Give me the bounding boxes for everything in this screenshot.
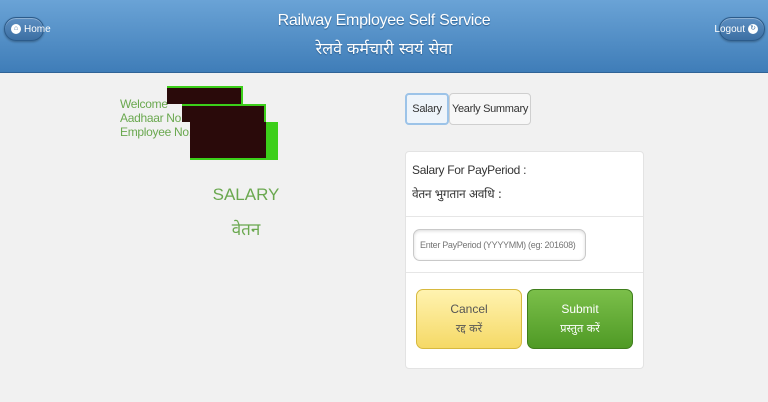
submit-label: Submit [561,302,599,316]
logout-icon: ↻ [748,24,758,34]
divider [406,272,643,273]
section-title: SALARY [212,185,280,204]
aadhaar-label: Aadhaar No. [120,111,185,125]
tab-salary[interactable]: Salary [405,93,449,125]
pay-period-label: Salary For PayPeriod : [412,163,527,177]
app-title-hindi: रेलवे कर्मचारी स्वयं सेवा [315,39,453,58]
employee-label: Employee No. [120,125,192,139]
divider [406,216,643,217]
redaction-mark [182,106,264,122]
tab-yearly-summary[interactable]: Yearly Summary [449,93,531,125]
cancel-label: Cancel [450,302,488,316]
submit-label-hindi: प्रस्तुत करें [560,322,600,335]
app-title: Railway Employee Self Service [277,12,491,29]
cancel-label-hindi: रद्द करें [455,322,483,335]
cancel-button[interactable]: Cancel रद्द करें [416,289,522,349]
pay-period-input[interactable] [413,229,586,261]
logout-label: Logout [714,23,745,35]
submit-button[interactable]: Submit प्रस्तुत करें [527,289,633,349]
redaction-mark [190,122,266,158]
pay-period-label-hindi: वेतन भुगतान अवधि : [412,187,502,201]
redaction-mark [167,88,241,104]
logout-button[interactable]: Logout ↻ [714,17,765,41]
section-title-hindi: वेतन [231,220,261,240]
app-header: ⌂ Home Railway Employee Self Service रेल… [0,0,768,73]
